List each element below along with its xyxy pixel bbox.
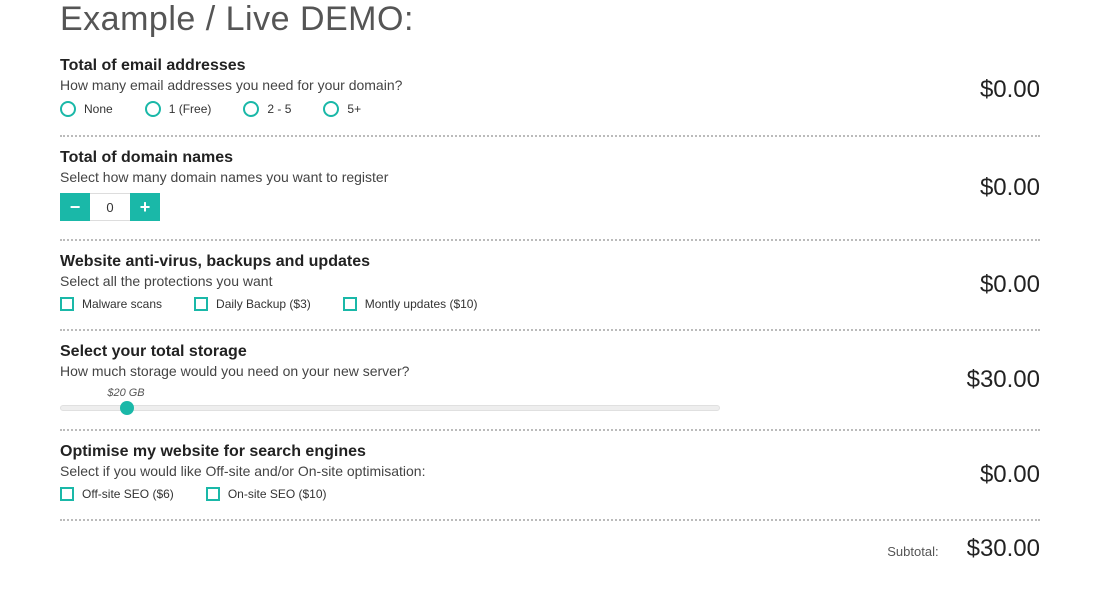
domains-price: $0.00: [980, 174, 1040, 202]
section-seo: Optimise my website for search engines S…: [60, 431, 1040, 519]
section-storage: Select your total storage How much stora…: [60, 331, 1040, 429]
seo-desc: Select if you would like Off-site and/or…: [60, 463, 1040, 479]
check-onsite-seo[interactable]: On-site SEO ($10): [206, 487, 327, 501]
domains-title: Total of domain names: [60, 149, 1040, 167]
stepper-plus-button[interactable]: +: [130, 193, 160, 221]
radio-5-plus[interactable]: 5+: [323, 101, 361, 117]
radio-label: None: [84, 102, 113, 116]
storage-title: Select your total storage: [60, 343, 1040, 361]
radio-icon: [243, 101, 259, 117]
domains-desc: Select how many domain names you want to…: [60, 169, 1040, 185]
storage-price: $30.00: [967, 366, 1040, 394]
check-label: Malware scans: [82, 297, 162, 311]
check-label: Off-site SEO ($6): [82, 487, 174, 501]
seo-title: Optimise my website for search engines: [60, 443, 1040, 461]
stepper-minus-button[interactable]: −: [60, 193, 90, 221]
subtotal-label: Subtotal:: [887, 544, 938, 559]
check-label: On-site SEO ($10): [228, 487, 327, 501]
seo-options: Off-site SEO ($6) On-site SEO ($10): [60, 487, 1040, 501]
emails-options: None 1 (Free) 2 - 5 5+: [60, 101, 1040, 117]
radio-2-5[interactable]: 2 - 5: [243, 101, 291, 117]
radio-icon: [60, 101, 76, 117]
check-offsite-seo[interactable]: Off-site SEO ($6): [60, 487, 174, 501]
check-monthly-updates[interactable]: Montly updates ($10): [343, 297, 478, 311]
domains-stepper: − 0 +: [60, 193, 1040, 221]
check-daily-backup[interactable]: Daily Backup ($3): [194, 297, 311, 311]
radio-label: 1 (Free): [169, 102, 212, 116]
protection-options: Malware scans Daily Backup ($3) Montly u…: [60, 297, 1040, 311]
check-malware-scans[interactable]: Malware scans: [60, 297, 162, 311]
checkbox-icon: [206, 487, 220, 501]
slider-track: [60, 405, 720, 411]
minus-icon: −: [70, 198, 81, 216]
checkbox-icon: [60, 487, 74, 501]
radio-label: 5+: [347, 102, 361, 116]
slider-thumb[interactable]: [120, 401, 134, 415]
check-label: Montly updates ($10): [365, 297, 478, 311]
emails-price: $0.00: [980, 76, 1040, 104]
plus-icon: +: [140, 198, 151, 216]
stepper-value[interactable]: 0: [90, 193, 130, 221]
protection-price: $0.00: [980, 271, 1040, 299]
section-protection: Website anti-virus, backups and updates …: [60, 241, 1040, 329]
emails-desc: How many email addresses you need for yo…: [60, 77, 1040, 93]
radio-icon: [323, 101, 339, 117]
checkbox-icon: [343, 297, 357, 311]
checkbox-icon: [194, 297, 208, 311]
radio-none[interactable]: None: [60, 101, 113, 117]
check-label: Daily Backup ($3): [216, 297, 311, 311]
storage-desc: How much storage would you need on your …: [60, 363, 1040, 379]
section-emails: Total of email addresses How many email …: [60, 45, 1040, 135]
storage-slider[interactable]: $20 GB: [60, 387, 720, 411]
protection-title: Website anti-virus, backups and updates: [60, 253, 1040, 271]
subtotal-value: $30.00: [967, 535, 1040, 563]
protection-desc: Select all the protections you want: [60, 273, 1040, 289]
seo-price: $0.00: [980, 461, 1040, 489]
radio-label: 2 - 5: [267, 102, 291, 116]
checkbox-icon: [60, 297, 74, 311]
section-domains: Total of domain names Select how many do…: [60, 137, 1040, 239]
emails-title: Total of email addresses: [60, 57, 1040, 75]
subtotal-row: Subtotal: $30.00: [60, 521, 1040, 563]
page-title: Example / Live DEMO:: [60, 0, 1040, 39]
radio-icon: [145, 101, 161, 117]
radio-1-free[interactable]: 1 (Free): [145, 101, 212, 117]
slider-value-label: $20 GB: [107, 387, 144, 399]
